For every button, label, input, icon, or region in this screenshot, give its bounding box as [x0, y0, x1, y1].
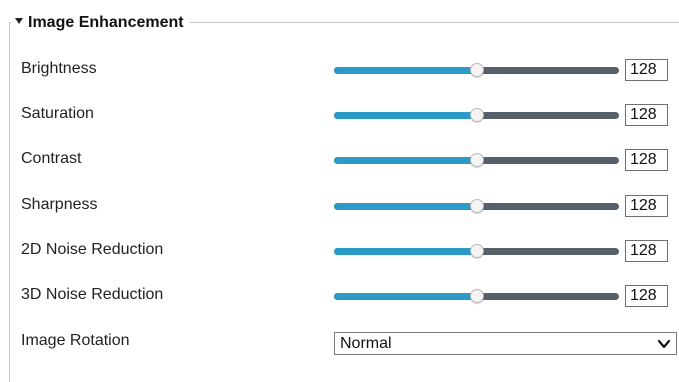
sharpness-value-input[interactable]: 128: [625, 195, 668, 217]
sharpness-label: Sharpness: [21, 196, 98, 213]
noise-reduction-2d-slider[interactable]: [334, 244, 619, 259]
noise-reduction-3d-value-input[interactable]: 128: [625, 285, 668, 307]
brightness-value-input[interactable]: 128: [625, 59, 668, 81]
noise-reduction-2d-row: 2D Noise Reduction 128: [0, 237, 679, 267]
slider-thumb[interactable]: [469, 199, 484, 213]
slider-thumb[interactable]: [469, 108, 484, 122]
slider-thumb[interactable]: [469, 244, 484, 258]
slider-fill: [334, 67, 477, 74]
noise-reduction-3d-slider[interactable]: [334, 289, 619, 304]
slider-fill: [334, 157, 477, 164]
image-rotation-row: Image Rotation Normal: [0, 328, 679, 358]
brightness-row: Brightness 128: [0, 56, 679, 86]
section-title: Image Enhancement: [28, 14, 184, 31]
chevron-down-icon[interactable]: [656, 336, 672, 352]
slider-fill: [334, 203, 477, 210]
image-rotation-select[interactable]: Normal: [334, 332, 677, 355]
slider-thumb[interactable]: [469, 63, 484, 77]
contrast-row: Contrast 128: [0, 146, 679, 176]
noise-reduction-3d-label: 3D Noise Reduction: [21, 286, 164, 303]
saturation-row: Saturation 128: [0, 101, 679, 131]
section-header[interactable]: Image Enhancement: [11, 12, 190, 34]
triangle-down-icon[interactable]: [15, 18, 23, 24]
slider-fill: [334, 112, 477, 119]
noise-reduction-2d-value-input[interactable]: 128: [625, 240, 668, 262]
image-rotation-label: Image Rotation: [21, 332, 130, 349]
saturation-label: Saturation: [21, 105, 94, 122]
noise-reduction-3d-row: 3D Noise Reduction 128: [0, 282, 679, 312]
image-rotation-selected-value: Normal: [340, 335, 392, 352]
slider-fill: [334, 293, 477, 300]
brightness-slider[interactable]: [334, 63, 619, 78]
slider-thumb[interactable]: [469, 153, 484, 167]
slider-thumb[interactable]: [469, 289, 484, 303]
contrast-label: Contrast: [21, 150, 82, 167]
brightness-label: Brightness: [21, 60, 97, 77]
noise-reduction-2d-label: 2D Noise Reduction: [21, 241, 164, 258]
slider-fill: [334, 248, 477, 255]
saturation-value-input[interactable]: 128: [625, 104, 668, 126]
contrast-slider[interactable]: [334, 153, 619, 168]
contrast-value-input[interactable]: 128: [625, 149, 668, 171]
saturation-slider[interactable]: [334, 108, 619, 123]
sharpness-row: Sharpness 128: [0, 192, 679, 222]
sharpness-slider[interactable]: [334, 199, 619, 214]
